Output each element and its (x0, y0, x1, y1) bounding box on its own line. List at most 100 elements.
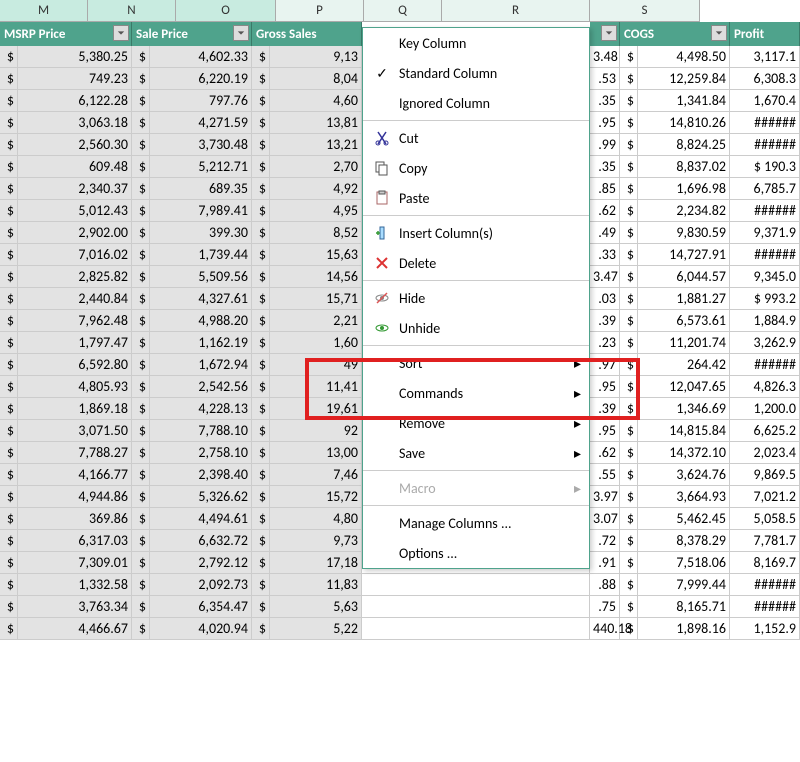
table-cell[interactable]: ###### (730, 200, 800, 221)
table-cell[interactable]: 7,788.10 (150, 420, 252, 441)
table-cell[interactable]: 14,815.84 (638, 420, 730, 441)
table-cell[interactable]: 14,810.26 (638, 112, 730, 133)
table-cell[interactable]: $ (252, 530, 270, 551)
table-cell[interactable]: 12,047.65 (638, 376, 730, 397)
table-cell[interactable]: 4,020.94 (150, 618, 252, 639)
table-cell[interactable]: $ (0, 222, 18, 243)
table-cell[interactable]: $ (620, 332, 638, 353)
table-cell[interactable]: .49 (590, 222, 620, 243)
table-cell[interactable]: $ (132, 90, 150, 111)
menu-sort[interactable]: Sort ▸ (363, 348, 589, 378)
table-cell[interactable]: ###### (730, 596, 800, 617)
table-cell[interactable]: $ (0, 508, 18, 529)
table-cell[interactable]: .75 (590, 596, 620, 617)
table-cell[interactable]: 6,785.7 (730, 178, 800, 199)
table-cell[interactable]: $ (132, 486, 150, 507)
table-cell[interactable]: $ (620, 398, 638, 419)
table-cell[interactable]: $ (252, 178, 270, 199)
table-cell[interactable]: $ (0, 486, 18, 507)
table-cell[interactable]: $ (132, 200, 150, 221)
table-cell[interactable]: .23 (590, 332, 620, 353)
table-cell[interactable]: 3.07 (590, 508, 620, 529)
table-cell[interactable]: 6,317.03 (18, 530, 132, 551)
table-cell[interactable]: $ (132, 508, 150, 529)
table-cell[interactable]: $ (132, 552, 150, 573)
table-cell[interactable]: $ (252, 508, 270, 529)
table-cell[interactable]: .72 (590, 530, 620, 551)
table-cell[interactable]: 11,41 (270, 376, 362, 397)
table-cell[interactable]: $ (620, 134, 638, 155)
table-cell[interactable]: $ (0, 112, 18, 133)
table-cell[interactable]: $ (0, 398, 18, 419)
table-cell[interactable]: $ (0, 310, 18, 331)
table-cell[interactable]: 4,826.3 (730, 376, 800, 397)
table-cell[interactable]: 264.42 (638, 354, 730, 375)
menu-remove[interactable]: Remove ▸ (363, 408, 589, 438)
table-cell[interactable]: $ (620, 376, 638, 397)
table-cell[interactable]: .53 (590, 68, 620, 89)
table-cell[interactable]: 1,696.98 (638, 178, 730, 199)
table-cell[interactable]: 4,498.50 (638, 46, 730, 67)
table-cell[interactable]: ###### (730, 354, 800, 375)
table-cell[interactable] (362, 574, 590, 595)
table-cell[interactable]: .62 (590, 200, 620, 221)
table-cell[interactable]: $ (252, 486, 270, 507)
table-cell[interactable]: .99 (590, 134, 620, 155)
table-cell[interactable]: $ (132, 442, 150, 463)
table-cell[interactable]: $ (620, 574, 638, 595)
table-cell[interactable]: 5,462.45 (638, 508, 730, 529)
table-cell[interactable]: 3,262.9 (730, 332, 800, 353)
table-cell[interactable]: $ (620, 596, 638, 617)
table-cell[interactable]: 4,166.77 (18, 464, 132, 485)
menu-unhide[interactable]: Unhide (363, 313, 589, 343)
table-cell[interactable]: 7,999.44 (638, 574, 730, 595)
table-cell[interactable]: $ (620, 46, 638, 67)
header-gross[interactable]: Gross Sales (252, 22, 362, 46)
table-cell[interactable]: $ (252, 618, 270, 639)
table-cell[interactable]: 5,058.5 (730, 508, 800, 529)
table-cell[interactable]: $ (620, 354, 638, 375)
table-cell[interactable]: 5,63 (270, 596, 362, 617)
table-cell[interactable]: 6,220.19 (150, 68, 252, 89)
table-cell[interactable]: $ (0, 618, 18, 639)
table-cell[interactable]: 8,378.29 (638, 530, 730, 551)
table-cell[interactable]: $ (252, 596, 270, 617)
table-cell[interactable]: 3,664.93 (638, 486, 730, 507)
menu-delete[interactable]: Delete (363, 248, 589, 278)
table-cell[interactable]: 1,881.27 (638, 288, 730, 309)
table-cell[interactable]: 1,162.19 (150, 332, 252, 353)
table-cell[interactable]: 3.47 (590, 266, 620, 287)
table-cell[interactable]: $ (620, 156, 638, 177)
table-cell[interactable]: 4,60 (270, 90, 362, 111)
table-cell[interactable]: 749.23 (18, 68, 132, 89)
table-cell[interactable]: $ (132, 398, 150, 419)
table-cell[interactable]: ###### (730, 244, 800, 265)
table-cell[interactable]: .39 (590, 310, 620, 331)
table-cell[interactable]: .88 (590, 574, 620, 595)
table-cell[interactable]: 2,70 (270, 156, 362, 177)
table-cell[interactable]: $ (0, 90, 18, 111)
table-cell[interactable]: 3,063.18 (18, 112, 132, 133)
menu-options[interactable]: Options ... (363, 538, 589, 568)
table-cell[interactable]: 7,016.02 (18, 244, 132, 265)
table-cell[interactable]: 7,962.48 (18, 310, 132, 331)
table-cell[interactable]: $ (132, 376, 150, 397)
table-cell[interactable]: $ (0, 530, 18, 551)
table-cell[interactable]: 2,092.73 (150, 574, 252, 595)
table-cell[interactable]: 3,624.76 (638, 464, 730, 485)
table-cell[interactable]: $ (620, 288, 638, 309)
table-cell[interactable]: 11,201.74 (638, 332, 730, 353)
table-cell[interactable]: $ (252, 288, 270, 309)
table-cell[interactable]: 4,466.67 (18, 618, 132, 639)
table-cell[interactable]: $ (252, 310, 270, 331)
table-cell[interactable]: $ (252, 442, 270, 463)
table-cell[interactable]: $ (252, 112, 270, 133)
table-cell[interactable]: $ (620, 530, 638, 551)
table-cell[interactable]: $ (620, 420, 638, 441)
table-cell[interactable]: .95 (590, 376, 620, 397)
table-cell[interactable]: 14,727.91 (638, 244, 730, 265)
table-cell[interactable]: ###### (730, 134, 800, 155)
menu-key-column[interactable]: Key Column (363, 28, 589, 58)
table-cell[interactable]: 4,602.33 (150, 46, 252, 67)
table-cell[interactable]: $ (620, 244, 638, 265)
